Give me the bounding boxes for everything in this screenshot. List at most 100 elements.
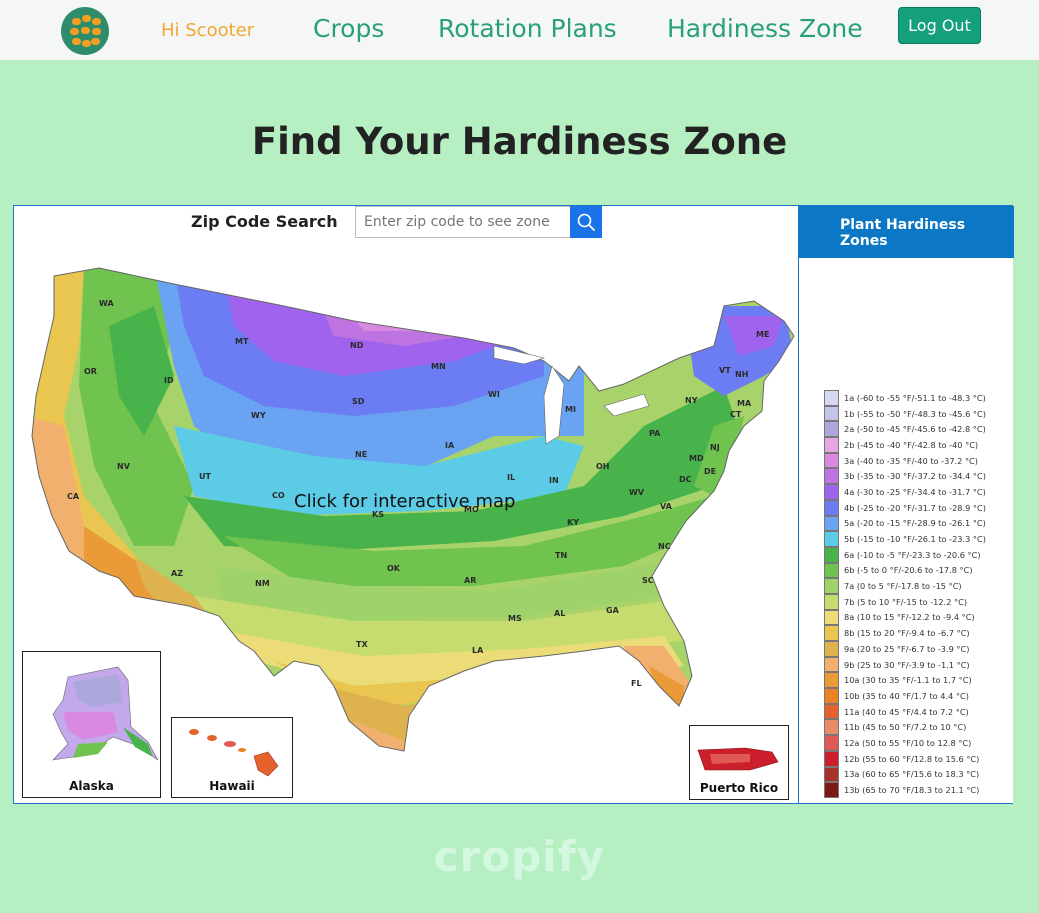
legend-label: 12b (55 to 60 °F/12.8 to 15.6 °C) xyxy=(844,753,980,764)
legend-swatch xyxy=(824,688,839,704)
state-label-wi: WI xyxy=(488,390,500,399)
state-label-mt: MT xyxy=(235,337,249,346)
nav-link-hardiness-zone[interactable]: Hardiness Zone xyxy=(667,14,863,43)
state-label-or: OR xyxy=(84,367,97,376)
state-label-ia: IA xyxy=(445,441,455,450)
interactive-map-link[interactable]: Click for interactive map xyxy=(294,491,515,512)
zip-code-input[interactable] xyxy=(355,206,571,238)
alaska-map xyxy=(52,666,159,761)
legend-item: 11b (45 to 50 °F/7.2 to 10 °C) xyxy=(824,719,986,736)
legend-item: 13b (65 to 70 °F/18.3 to 21.1 °C) xyxy=(824,782,986,798)
inset-puerto-rico-label: Puerto Rico xyxy=(699,781,779,795)
cropify-logo-icon[interactable] xyxy=(61,7,109,55)
legend-item: 3a (-40 to -35 °F/-40 to -37.2 °C) xyxy=(824,452,986,469)
state-label-nm: NM xyxy=(255,579,270,588)
hardiness-map-frame: Zip Code Search Enter zip code to see zo… xyxy=(13,205,1014,804)
zip-search-label: Zip Code Search xyxy=(191,212,338,231)
inset-puerto-rico[interactable]: Puerto Rico xyxy=(689,725,789,800)
legend-swatch xyxy=(824,468,839,485)
legend-item: 11a (40 to 45 °F/4.4 to 7.2 °C) xyxy=(824,703,986,720)
legend-item: 5a (-20 to -15 °F/-28.9 to -26.1 °C) xyxy=(824,515,986,532)
legend-label: 11a (40 to 45 °F/4.4 to 7.2 °C) xyxy=(844,706,969,717)
legend-label: 9a (20 to 25 °F/-6.7 to -3.9 °C) xyxy=(844,643,970,654)
legend-label: 5a (-20 to -15 °F/-28.9 to -26.1 °C) xyxy=(844,518,986,529)
legend-label: 7a (0 to 5 °F/-17.8 to -15 °C) xyxy=(844,581,962,592)
legend-swatch xyxy=(824,750,839,767)
state-label-ut: UT xyxy=(199,472,211,481)
legend-item: 5b (-15 to -10 °F/-26.1 to -23.3 °C) xyxy=(824,531,986,547)
legend-label: 13b (65 to 70 °F/18.3 to 21.1 °C) xyxy=(844,785,980,796)
zip-search-button[interactable] xyxy=(570,206,602,238)
state-label-al: AL xyxy=(554,609,565,618)
state-label-mi: MI xyxy=(565,405,576,414)
legend-item: 7b (5 to 10 °F/-15 to -12.2 °C) xyxy=(824,593,986,610)
state-label-ny: NY xyxy=(685,396,698,405)
state-label-pa: PA xyxy=(649,429,661,438)
nav-link-crops[interactable]: Crops xyxy=(313,14,384,43)
search-icon xyxy=(577,213,595,231)
legend-label: 2a (-50 to -45 °F/-45.6 to -42.8 °C) xyxy=(844,424,986,435)
legend-item: 4a (-30 to -25 °F/-34.4 to -31.7 °C) xyxy=(824,484,986,500)
legend-swatch xyxy=(824,641,839,657)
inset-hawaii[interactable]: Hawaii xyxy=(171,717,293,798)
legend-item: 4b (-25 to -20 °F/-31.7 to -28.9 °C) xyxy=(824,499,986,516)
legend-swatch xyxy=(824,593,839,610)
legend-label: 10a (30 to 35 °F/-1.1 to 1.7 °C) xyxy=(844,675,972,686)
state-label-tn: TN xyxy=(555,551,567,560)
inset-alaska[interactable]: Alaska xyxy=(22,651,161,798)
legend-label: 3b (-35 to -30 °F/-37.2 to -34.4 °C) xyxy=(844,471,986,482)
state-label-fl: FL xyxy=(631,679,642,688)
legend-swatch xyxy=(824,766,839,783)
legend-swatch xyxy=(824,782,839,798)
legend-swatch xyxy=(824,499,839,516)
legend-label: 4b (-25 to -20 °F/-31.7 to -28.9 °C) xyxy=(844,502,986,513)
legend-swatch xyxy=(824,515,839,532)
state-label-la: LA xyxy=(472,646,484,655)
state-label-il: IL xyxy=(507,473,515,482)
legend-swatch xyxy=(824,531,839,547)
legend-swatch xyxy=(824,625,839,641)
legend-label: 4a (-30 to -25 °F/-34.4 to -31.7 °C) xyxy=(844,486,986,497)
zone-legend: Plant Hardiness Zones 1a (-60 to -55 °F/… xyxy=(798,206,1014,803)
legend-item: 12b (55 to 60 °F/12.8 to 15.6 °C) xyxy=(824,750,986,767)
legend-label: 12a (50 to 55 °F/10 to 12.8 °C) xyxy=(844,737,972,748)
legend-label: 3a (-40 to -35 °F/-40 to -37.2 °C) xyxy=(844,455,978,466)
footer-brand: cropify xyxy=(433,832,606,881)
legend-item: 2a (-50 to -45 °F/-45.6 to -42.8 °C) xyxy=(824,421,986,438)
logout-button[interactable]: Log Out xyxy=(898,7,981,44)
legend-swatch xyxy=(824,578,839,594)
legend-item: 9b (25 to 30 °F/-3.9 to -1.1 °C) xyxy=(824,656,986,673)
legend-swatch xyxy=(824,735,839,751)
state-label-wy: WY xyxy=(251,411,266,420)
state-label-ms: MS xyxy=(508,614,522,623)
legend-item: 1b (-55 to -50 °F/-48.3 to -45.6 °C) xyxy=(824,405,986,422)
state-label-dc: DC xyxy=(679,475,692,484)
nav-link-rotation-plans[interactable]: Rotation Plans xyxy=(438,14,617,43)
state-label-wa: WA xyxy=(99,299,114,308)
legend-list: 1a (-60 to -55 °F/-51.1 to -48.3 °C) 1b (… xyxy=(824,390,986,798)
legend-swatch xyxy=(824,437,839,453)
state-label-ne: NE xyxy=(355,450,367,459)
legend-swatch xyxy=(824,609,839,626)
state-label-sd: SD xyxy=(352,397,365,406)
state-label-md: MD xyxy=(689,454,704,463)
legend-item: 1a (-60 to -55 °F/-51.1 to -48.3 °C) xyxy=(824,390,986,406)
legend-label: 1b (-55 to -50 °F/-48.3 to -45.6 °C) xyxy=(844,408,986,419)
legend-swatch xyxy=(824,452,839,469)
legend-label: 9b (25 to 30 °F/-3.9 to -1.1 °C) xyxy=(844,659,970,670)
legend-swatch xyxy=(824,546,839,563)
legend-item: 9a (20 to 25 °F/-6.7 to -3.9 °C) xyxy=(824,641,986,657)
legend-swatch xyxy=(824,405,839,422)
legend-swatch xyxy=(824,703,839,720)
legend-swatch xyxy=(824,672,839,689)
legend-label: 11b (45 to 50 °F/7.2 to 10 °C) xyxy=(844,722,967,733)
legend-label: 13a (60 to 65 °F/15.6 to 18.3 °C) xyxy=(844,769,980,780)
page-title: Find Your Hardiness Zone xyxy=(251,120,788,163)
state-label-sc: SC xyxy=(642,576,654,585)
legend-item: 6b (-5 to 0 °F/-20.6 to -17.8 °C) xyxy=(824,562,986,579)
state-label-ok: OK xyxy=(387,564,401,573)
state-label-ca: CA xyxy=(67,492,80,501)
legend-swatch xyxy=(824,484,839,500)
legend-title: Plant Hardiness Zones xyxy=(799,206,1014,258)
state-label-oh: OH xyxy=(596,462,610,471)
